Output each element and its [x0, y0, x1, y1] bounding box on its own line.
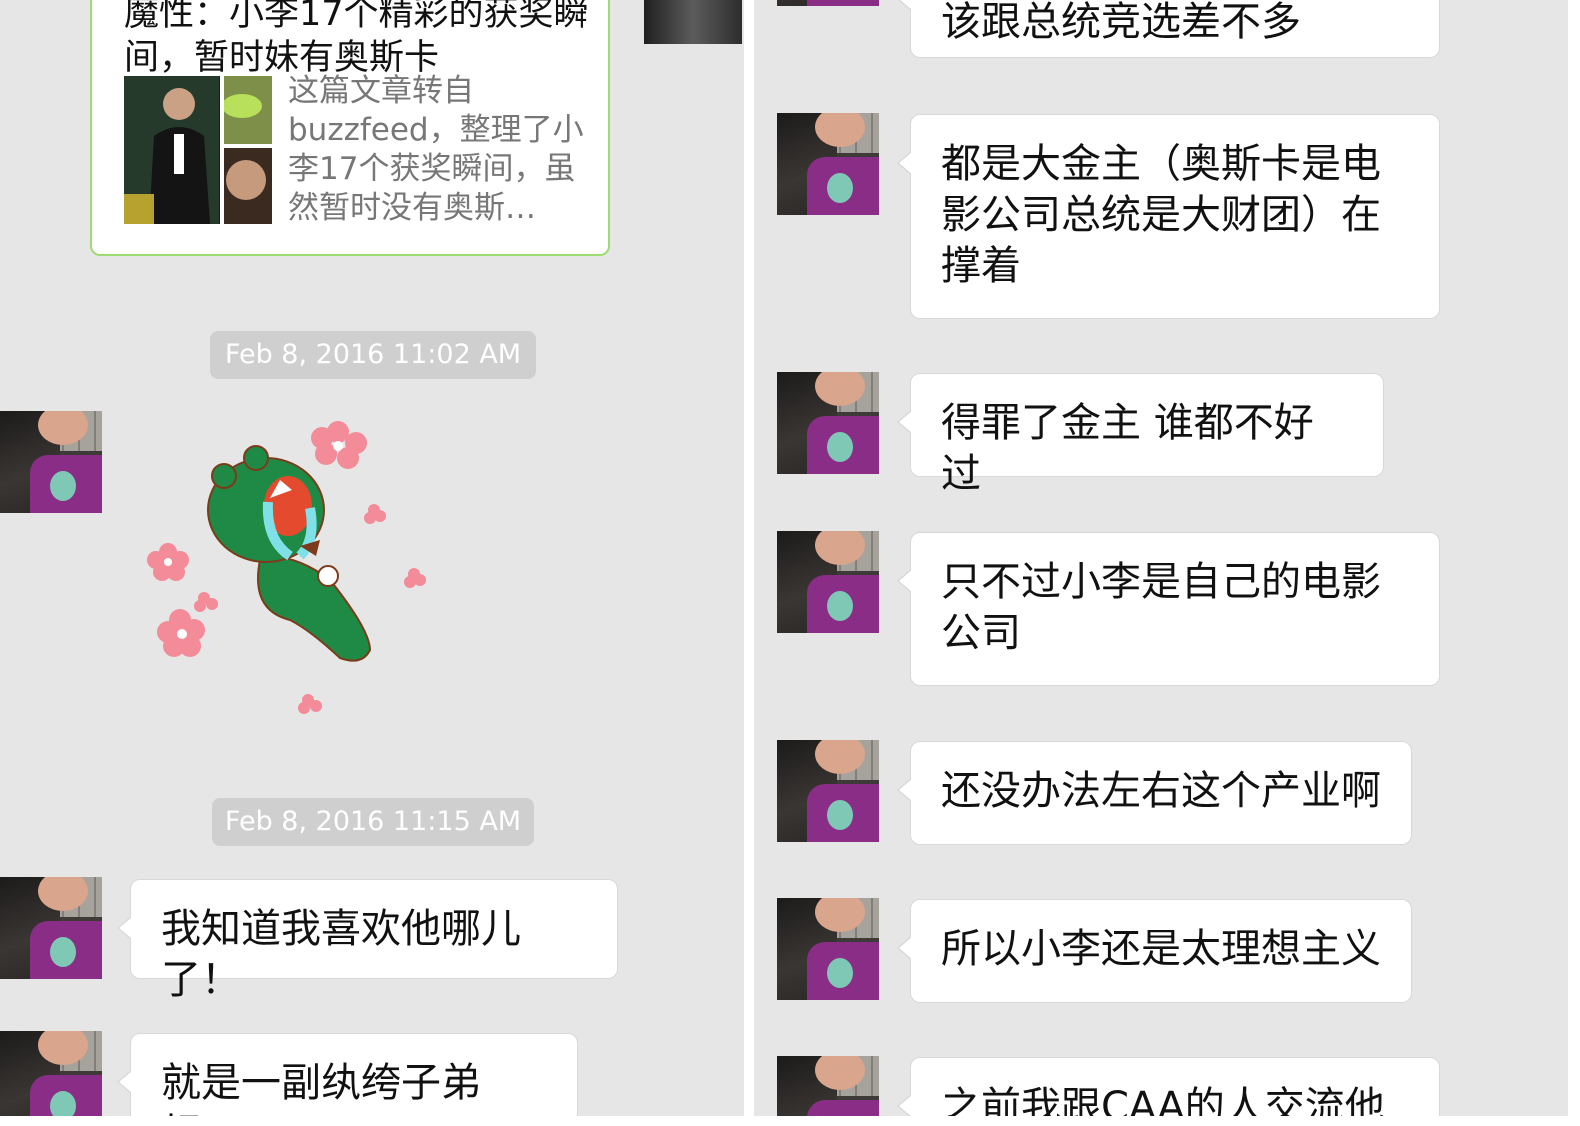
- avatar[interactable]: [777, 0, 879, 6]
- message-text: 我知道我喜欢他哪儿了！: [161, 906, 521, 1003]
- chat-pane-right: 该跟总统竞选差不多 都是大金主（奥斯卡是电影公司总统是大财团）在撑着 得罪了金主…: [754, 0, 1568, 1116]
- avatar[interactable]: [0, 877, 102, 979]
- message-bubble[interactable]: 就是一副纨绔子弟相！: [117, 1033, 578, 1116]
- sticker-message[interactable]: [140, 410, 440, 720]
- message-text: 就是一副纨绔子弟相！: [161, 1060, 481, 1116]
- message-text: 只不过小李是自己的电影公司: [941, 559, 1381, 656]
- avatar[interactable]: [777, 898, 879, 1000]
- avatar[interactable]: [777, 113, 879, 215]
- timestamp: Feb 8, 2016 11:15 AM: [212, 798, 534, 846]
- avatar[interactable]: [0, 411, 102, 513]
- message-bubble[interactable]: 都是大金主（奥斯卡是电影公司总统是大财团）在撑着: [897, 114, 1440, 319]
- pane-divider: [744, 0, 754, 1116]
- avatar[interactable]: [777, 531, 879, 633]
- link-card-description: 这篇文章转自buzzfeed，整理了小李17个获奖瞬间，虽然暂时没有奥斯…: [288, 73, 584, 226]
- message-text: 还没办法左右这个产业啊: [941, 768, 1381, 814]
- chat-pane-left: 魔性：小李17个精彩的获奖瞬间，暂时妹有奥斯卡 这篇文章转自buzzfeed，整…: [0, 0, 744, 1116]
- bottom-edge: [0, 1116, 1580, 1126]
- bear-sticker-icon: [147, 421, 426, 714]
- link-card[interactable]: 魔性：小李17个精彩的获奖瞬间，暂时妹有奥斯卡 这篇文章转自buzzfeed，整…: [90, 0, 610, 256]
- message-text: 之前我跟CAA的人交流他: [941, 1084, 1385, 1116]
- message-bubble[interactable]: 之前我跟CAA的人交流他: [897, 1057, 1440, 1116]
- message-bubble[interactable]: 还没办法左右这个产业啊: [897, 741, 1412, 845]
- message-bubble[interactable]: 只不过小李是自己的电影公司: [897, 532, 1440, 686]
- avatar[interactable]: [777, 740, 879, 842]
- link-card-title: 魔性：小李17个精彩的获奖瞬间，暂时妹有奥斯卡: [124, 0, 589, 78]
- avatar[interactable]: [777, 372, 879, 474]
- link-card-thumbnail: [124, 76, 272, 224]
- message-text: 得罪了金主 谁都不好过: [941, 400, 1314, 497]
- message-text: 都是大金主（奥斯卡是电影公司总统是大财团）在撑着: [941, 141, 1381, 289]
- message-text: 该跟总统竞选差不多: [941, 0, 1301, 45]
- sent-image-thumbnail[interactable]: [644, 0, 742, 44]
- message-bubble[interactable]: 我知道我喜欢他哪儿了！: [117, 879, 618, 1003]
- avatar[interactable]: [0, 1031, 102, 1116]
- avatar[interactable]: [777, 1056, 879, 1116]
- message-bubble[interactable]: 该跟总统竞选差不多: [897, 0, 1440, 58]
- message-bubble[interactable]: 所以小李还是太理想主义: [897, 899, 1412, 1003]
- message-bubble[interactable]: 得罪了金主 谁都不好过: [897, 373, 1384, 497]
- timestamp: Feb 8, 2016 11:02 AM: [210, 331, 536, 379]
- message-text: 所以小李还是太理想主义: [941, 926, 1381, 972]
